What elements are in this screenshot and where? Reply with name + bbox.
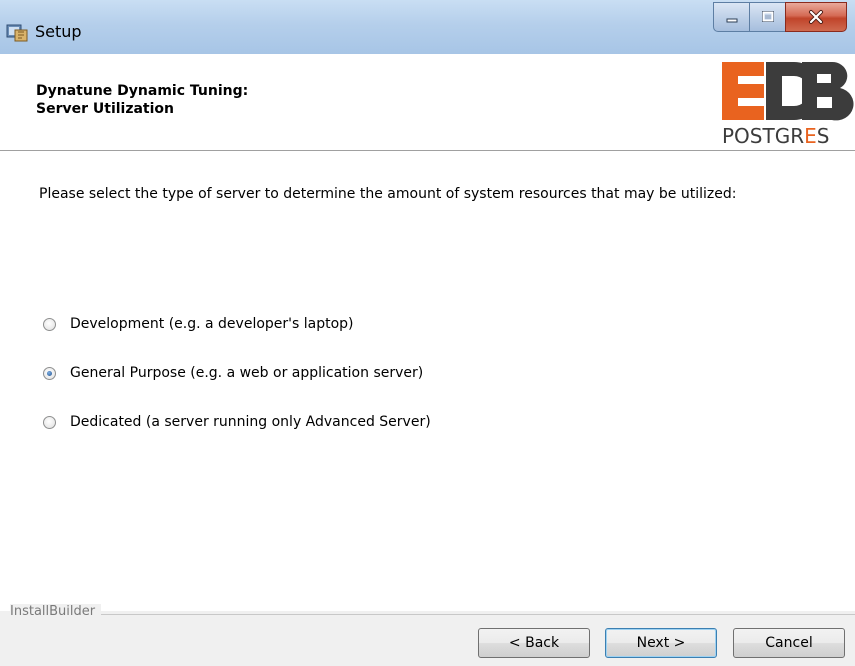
setup-window: Setup Dynatune Dynamic Tuning: Server Ut… <box>0 0 855 666</box>
page-title-line2: Server Utilization <box>36 101 175 117</box>
close-icon <box>809 10 823 24</box>
window-title: Setup <box>35 22 82 41</box>
logo-text-prefix: POSTGR <box>722 124 804 148</box>
general-purpose-radio[interactable] <box>43 366 56 380</box>
wizard-header: Dynatune Dynamic Tuning: Server Utilizat… <box>0 54 855 151</box>
logo-text-accent: E <box>804 124 817 148</box>
general-purpose-label[interactable]: General Purpose (e.g. a web or applicati… <box>70 365 423 381</box>
cancel-button[interactable]: Cancel <box>733 628 845 658</box>
minimize-button[interactable] <box>713 2 750 32</box>
title-bar[interactable]: Setup <box>0 0 855 54</box>
option-general-purpose[interactable]: General Purpose (e.g. a web or applicati… <box>43 365 423 381</box>
page-title-line1: Dynatune Dynamic Tuning: <box>36 83 249 99</box>
logo-text-suffix: S <box>817 124 830 148</box>
maximize-button[interactable] <box>749 2 786 32</box>
dedicated-radio[interactable] <box>43 415 56 429</box>
installbuilder-brand: InstallBuilder <box>10 604 102 619</box>
minimize-icon <box>726 18 737 23</box>
edb-postgres-logo: POSTGRES <box>722 61 854 148</box>
wizard-content: Please select the type of server to dete… <box>0 151 855 611</box>
option-dedicated[interactable]: Dedicated (a server running only Advance… <box>43 414 431 430</box>
edb-logo-mark <box>722 61 854 121</box>
svg-text:POSTGRES: POSTGRES <box>722 124 829 148</box>
setup-app-icon <box>6 24 28 42</box>
footer-divider <box>10 614 855 615</box>
option-development[interactable]: Development (e.g. a developer's laptop) <box>43 316 354 332</box>
wizard-footer: InstallBuilder < Back Next > Cancel <box>0 604 855 666</box>
dedicated-label[interactable]: Dedicated (a server running only Advance… <box>70 414 431 430</box>
maximize-icon <box>761 11 774 22</box>
page-title: Dynatune Dynamic Tuning: Server Utilizat… <box>36 82 248 118</box>
next-button[interactable]: Next > <box>605 628 717 658</box>
development-label[interactable]: Development (e.g. a developer's laptop) <box>70 316 354 332</box>
back-button[interactable]: < Back <box>478 628 590 658</box>
selection-prompt: Please select the type of server to dete… <box>39 186 737 202</box>
close-button[interactable] <box>785 2 847 32</box>
development-radio[interactable] <box>43 317 56 331</box>
